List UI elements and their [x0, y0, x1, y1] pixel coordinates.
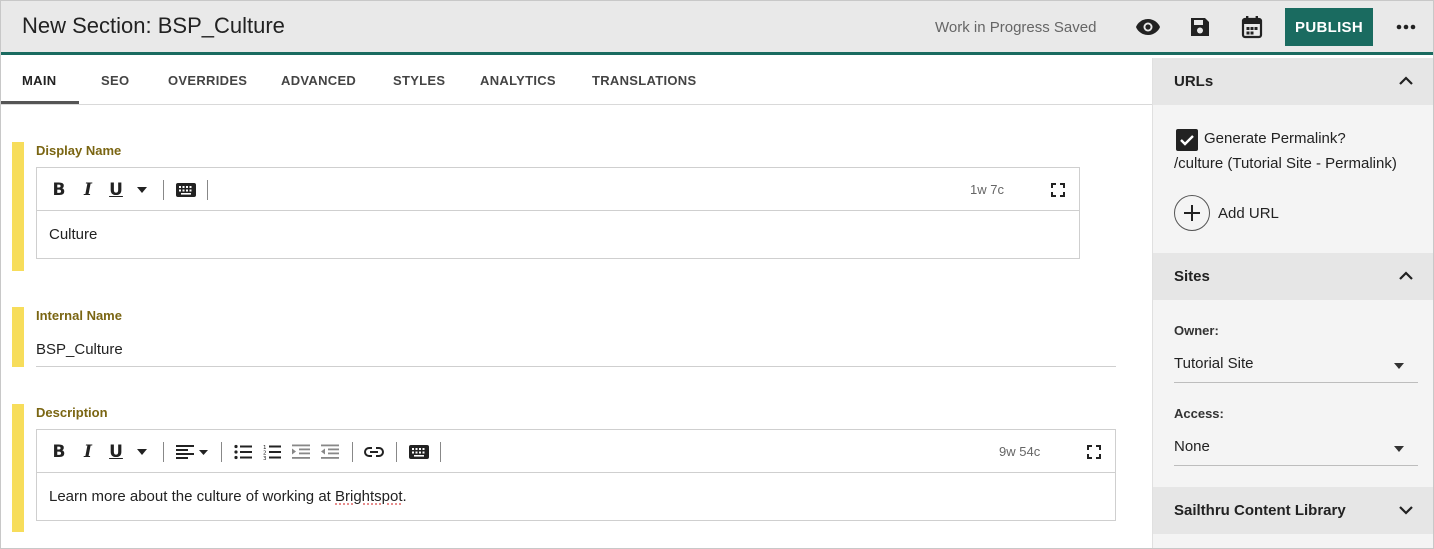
- display-name-toolbar: B I U 1w 7c: [37, 168, 1079, 211]
- save-icon[interactable]: [1187, 14, 1213, 40]
- description-value[interactable]: Learn more about the culture of working …: [49, 488, 407, 505]
- sailthru-section-header[interactable]: Sailthru Content Library: [1153, 487, 1433, 534]
- generate-permalink-checkbox[interactable]: [1176, 129, 1198, 151]
- sidebar: URLs Generate Permalink? /culture (Tutor…: [1152, 58, 1433, 548]
- underline-button[interactable]: U: [107, 168, 125, 211]
- outdent-icon[interactable]: [320, 430, 340, 473]
- tab-bar: MAIN SEO OVERRIDES ADVANCED STYLES ANALY…: [1, 58, 1152, 105]
- urls-section-header[interactable]: URLs: [1153, 58, 1433, 105]
- more-options-icon[interactable]: [1393, 14, 1419, 40]
- display-name-value[interactable]: Culture: [49, 226, 97, 243]
- bold-button[interactable]: B: [50, 430, 68, 473]
- checkmark-icon: [1180, 135, 1194, 146]
- publish-button[interactable]: PUBLISH: [1285, 8, 1373, 46]
- plus-icon: [1184, 205, 1200, 221]
- fullscreen-icon[interactable]: [1049, 168, 1067, 211]
- dropdown-caret-icon: [1394, 446, 1404, 452]
- dropdown-caret-icon: [1394, 363, 1404, 369]
- fullscreen-icon[interactable]: [1085, 430, 1103, 473]
- toolbar-divider: [163, 442, 164, 462]
- toolbar-divider: [352, 442, 353, 462]
- italic-button[interactable]: I: [79, 430, 97, 473]
- link-icon[interactable]: [363, 430, 385, 473]
- owner-select[interactable]: Tutorial Site: [1174, 349, 1418, 383]
- access-select[interactable]: None: [1174, 432, 1418, 466]
- bulleted-list-icon[interactable]: [233, 430, 253, 473]
- internal-name-input[interactable]: BSP_Culture: [36, 341, 123, 358]
- generate-permalink-label: Generate Permalink?: [1204, 130, 1346, 147]
- toolbar-divider: [396, 442, 397, 462]
- description-toolbar: B I U 123 9w 54c: [37, 430, 1115, 473]
- calendar-icon[interactable]: [1239, 14, 1265, 40]
- owner-label: Owner:: [1174, 323, 1219, 338]
- required-field-marker: [12, 307, 24, 367]
- header-bar: New Section: BSP_Culture Work in Progres…: [1, 1, 1433, 55]
- description-editor: B I U 123 9w 54c Learn more about the cu…: [36, 429, 1116, 521]
- app-frame: New Section: BSP_Culture Work in Progres…: [0, 0, 1434, 549]
- save-status: Work in Progress Saved: [935, 19, 1097, 36]
- preview-eye-icon[interactable]: [1135, 14, 1161, 40]
- description-label: Description: [36, 405, 108, 420]
- indent-icon[interactable]: [291, 430, 311, 473]
- owner-selected-value: Tutorial Site: [1174, 355, 1254, 372]
- add-url-label[interactable]: Add URL: [1218, 205, 1279, 222]
- tab-advanced[interactable]: ADVANCED: [281, 58, 356, 105]
- word-char-count: 1w 7c: [970, 182, 1004, 197]
- active-tab-indicator: [1, 101, 79, 104]
- bold-button[interactable]: B: [50, 168, 68, 211]
- tab-analytics[interactable]: ANALYTICS: [480, 58, 556, 105]
- toolbar-divider: [440, 442, 441, 462]
- chevron-down-icon[interactable]: [135, 168, 149, 211]
- keyboard-icon[interactable]: [408, 430, 430, 473]
- underline-button[interactable]: U: [107, 430, 125, 473]
- tab-styles[interactable]: STYLES: [393, 58, 445, 105]
- display-name-editor: B I U 1w 7c Culture: [36, 167, 1080, 259]
- misspelled-word: Brightspot: [335, 488, 403, 505]
- description-text-end: .: [402, 488, 407, 505]
- urls-section-title: URLs: [1174, 73, 1214, 90]
- access-label: Access:: [1174, 406, 1224, 421]
- chevron-up-icon: [1399, 76, 1413, 85]
- numbered-list-icon[interactable]: 123: [262, 430, 282, 473]
- word-char-count: 9w 54c: [999, 444, 1041, 459]
- chevron-down-icon[interactable]: [135, 430, 149, 473]
- display-name-label: Display Name: [36, 143, 122, 158]
- page-title: New Section: BSP_Culture: [22, 13, 285, 38]
- tab-seo[interactable]: SEO: [101, 58, 129, 105]
- chevron-down-icon: [1399, 506, 1413, 515]
- add-url-button[interactable]: [1174, 195, 1210, 231]
- italic-button[interactable]: I: [79, 168, 97, 211]
- required-field-marker: [12, 404, 24, 532]
- keyboard-icon[interactable]: [175, 168, 197, 211]
- toolbar-divider: [163, 180, 164, 200]
- tab-overrides[interactable]: OVERRIDES: [168, 58, 247, 105]
- tab-main[interactable]: MAIN: [22, 58, 56, 105]
- internal-name-label: Internal Name: [36, 308, 122, 323]
- svg-text:3: 3: [263, 456, 267, 460]
- toolbar-divider: [221, 442, 222, 462]
- tab-translations[interactable]: TRANSLATIONS: [592, 58, 696, 105]
- description-text: Learn more about the culture of working …: [49, 488, 335, 505]
- toolbar-divider: [207, 180, 208, 200]
- sailthru-section-title: Sailthru Content Library: [1174, 502, 1346, 519]
- sites-section-title: Sites: [1174, 268, 1210, 285]
- sites-section-header[interactable]: Sites: [1153, 253, 1433, 300]
- align-left-icon[interactable]: [175, 430, 211, 473]
- access-selected-value: None: [1174, 438, 1210, 455]
- input-underline: [36, 366, 1116, 367]
- chevron-up-icon: [1399, 271, 1413, 280]
- required-field-marker: [12, 142, 24, 271]
- permalink-value: /culture (Tutorial Site - Permalink): [1174, 155, 1397, 172]
